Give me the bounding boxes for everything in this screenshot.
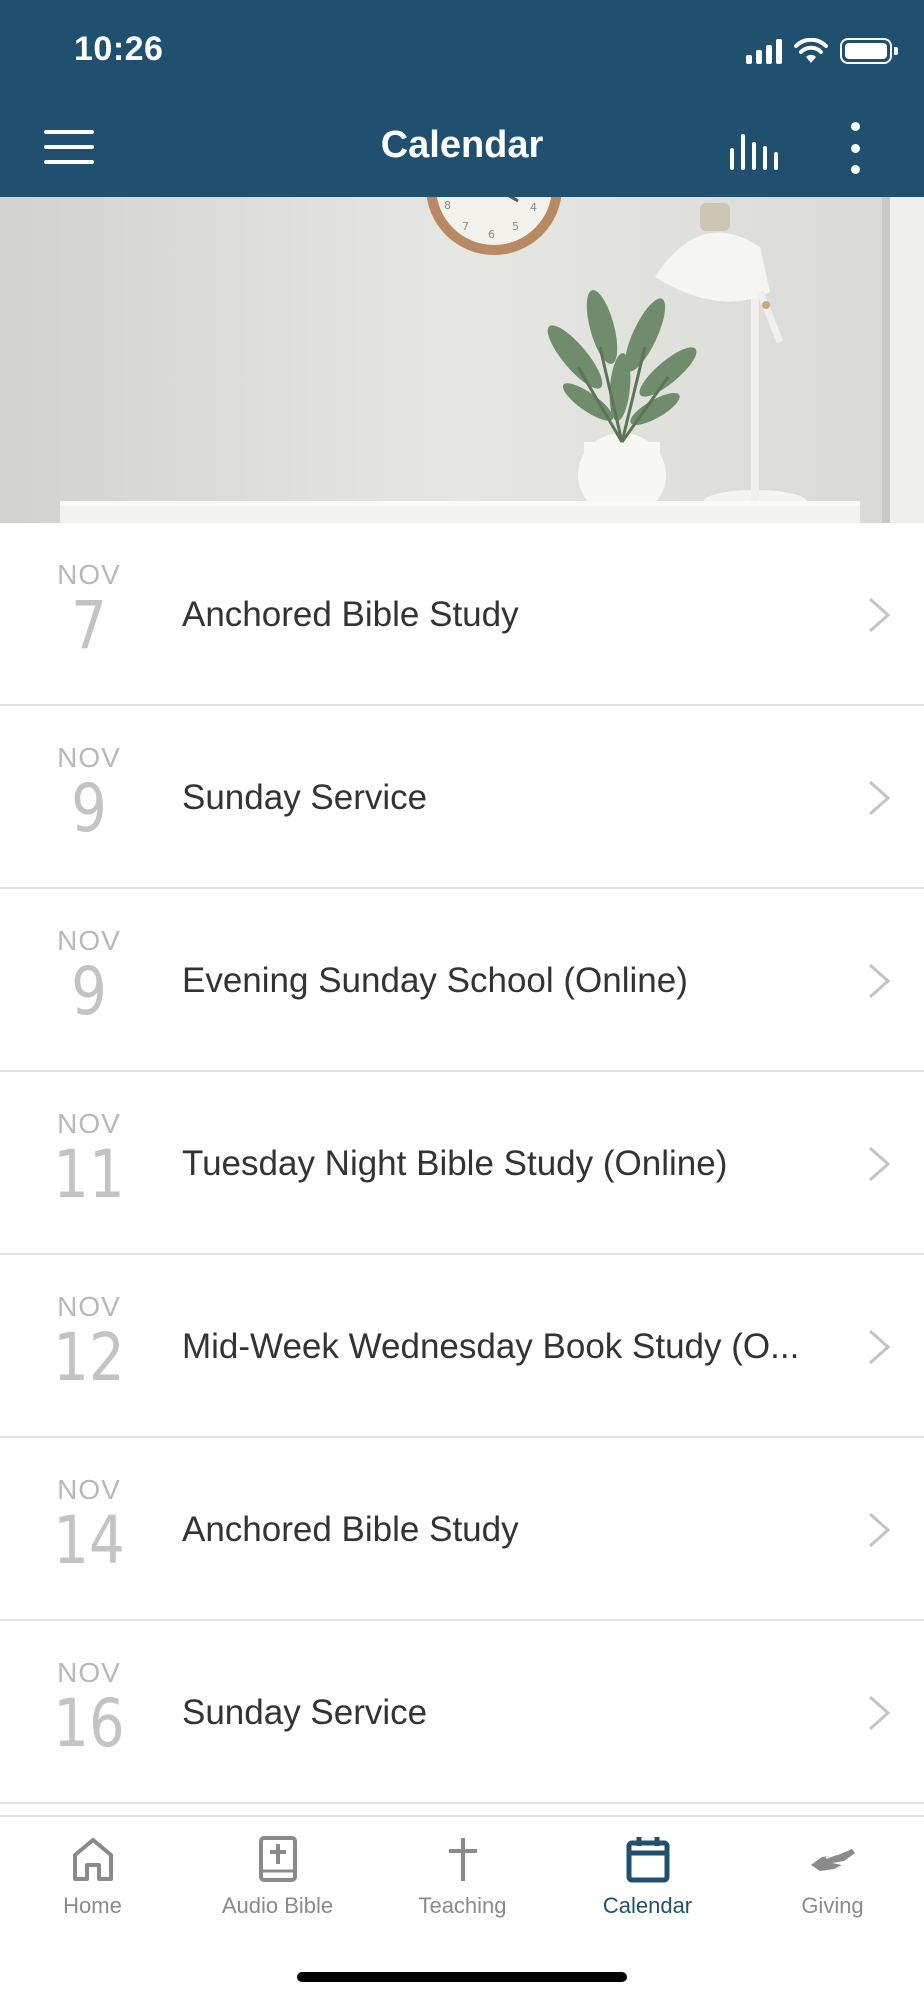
list-item[interactable]: NOV 14 Anchored Bible Study (0, 1438, 924, 1621)
event-day: 7 (71, 587, 107, 664)
app-header: 10:26 Calendar (0, 0, 924, 197)
page-title: Calendar (380, 124, 544, 166)
chevron-right-icon (869, 1512, 891, 1548)
event-list: NOV 7 Anchored Bible Study NOV 9 Sunday … (0, 523, 924, 1804)
event-title: Anchored Bible Study (182, 595, 519, 634)
header-banner-image: 87 6 54 (0, 197, 924, 523)
event-title: Anchored Bible Study (182, 1510, 519, 1549)
cross-icon (448, 1838, 477, 1881)
chevron-right-icon (869, 963, 891, 999)
svg-text:6: 6 (488, 228, 495, 241)
event-day: 9 (71, 953, 107, 1030)
date-badge: NOV 7 (40, 559, 138, 669)
event-title: Mid-Week Wednesday Book Study (O... (182, 1327, 800, 1366)
event-title: Sunday Service (182, 1693, 428, 1732)
home-icon (72, 1838, 113, 1881)
list-item[interactable]: NOV 12 Mid-Week Wednesday Book Study (O.… (0, 1255, 924, 1438)
event-day: 14 (53, 1502, 125, 1579)
chevron-right-icon (869, 597, 891, 633)
battery-icon (840, 38, 898, 64)
calendar-icon (626, 1837, 669, 1883)
date-badge: NOV 14 (40, 1474, 138, 1584)
list-item[interactable]: NOV 7 Anchored Bible Study (0, 523, 924, 706)
date-badge: NOV 9 (40, 925, 138, 1035)
chevron-right-icon (869, 780, 891, 816)
svg-text:7: 7 (462, 220, 469, 233)
nav-bar: Calendar (0, 100, 924, 197)
list-item[interactable]: NOV 9 Sunday Service (0, 706, 924, 889)
status-icons (746, 36, 898, 66)
date-badge: NOV 12 (40, 1291, 138, 1401)
wifi-icon (794, 38, 828, 63)
tab-label: Calendar (602, 1893, 693, 1918)
event-day: 16 (53, 1685, 125, 1762)
date-badge: NOV 16 (40, 1657, 138, 1767)
event-title: Evening Sunday School (Online) (182, 961, 688, 1000)
svg-text:8: 8 (444, 199, 451, 212)
event-day: 9 (71, 770, 107, 847)
status-bar: 10:26 (0, 0, 924, 100)
chevron-right-icon (869, 1695, 891, 1731)
tab-label: Giving (801, 1893, 864, 1918)
tab-audio-bible[interactable]: Audio Bible (185, 1835, 370, 1935)
home-indicator[interactable] (297, 1972, 627, 1982)
event-day: 12 (53, 1319, 125, 1396)
date-badge: NOV 9 (40, 742, 138, 852)
status-time: 10:26 (74, 30, 164, 68)
event-title: Sunday Service (182, 778, 428, 817)
chevron-right-icon (869, 1146, 891, 1182)
bible-book-icon (258, 1836, 297, 1882)
tab-calendar[interactable]: Calendar (555, 1835, 740, 1935)
event-title: Tuesday Night Bible Study (Online) (182, 1144, 728, 1183)
tab-label: Teaching (418, 1893, 507, 1918)
tab-teaching[interactable]: Teaching (370, 1835, 555, 1935)
giving-hand-icon (810, 1848, 855, 1871)
list-item[interactable]: NOV 11 Tuesday Night Bible Study (Online… (0, 1072, 924, 1255)
tab-home[interactable]: Home (0, 1835, 185, 1935)
date-badge: NOV 11 (40, 1108, 138, 1218)
tab-label: Audio Bible (221, 1893, 334, 1918)
vertical-ellipsis-icon[interactable] (840, 122, 870, 174)
svg-text:5: 5 (512, 220, 519, 233)
list-item[interactable]: NOV 16 Sunday Service (0, 1621, 924, 1804)
list-item[interactable]: NOV 9 Evening Sunday School (Online) (0, 889, 924, 1072)
tab-label: Home (63, 1893, 122, 1918)
svg-text:4: 4 (530, 201, 537, 214)
bar-chart-icon[interactable] (728, 130, 782, 170)
chevron-right-icon (869, 1329, 891, 1365)
event-day: 11 (53, 1136, 125, 1213)
tab-giving[interactable]: Giving (740, 1835, 924, 1935)
cellular-signal-icon (746, 38, 782, 64)
